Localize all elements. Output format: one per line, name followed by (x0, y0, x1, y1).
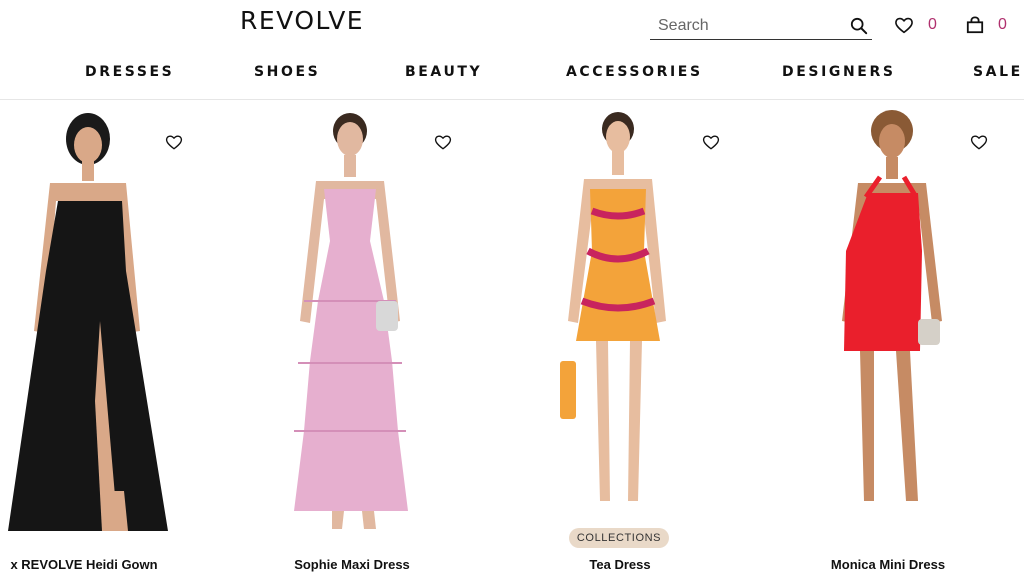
search-icon[interactable] (850, 17, 868, 35)
product-card[interactable]: Sophie Maxi Dress (224, 101, 480, 577)
bag-count: 0 (998, 16, 1007, 33)
search-box[interactable] (650, 12, 872, 40)
site-header: REVOLVE 0 0 DRESSES SHOES BEAUTY ACCESSO… (0, 0, 1024, 100)
product-card[interactable]: Monica Mini Dress (760, 101, 1016, 577)
product-image[interactable] (492, 101, 748, 551)
nav-item-dresses[interactable]: DRESSES (85, 64, 174, 80)
wishlist-button[interactable]: 0 (894, 14, 937, 36)
product-image[interactable] (224, 101, 480, 551)
product-image[interactable] (760, 101, 1016, 551)
nav-item-designers[interactable]: DESIGNERS (782, 64, 896, 80)
heart-icon[interactable] (970, 133, 988, 151)
nav-item-accessories[interactable]: ACCESSORIES (566, 64, 703, 80)
product-name[interactable]: Tea Dress (492, 557, 748, 572)
heart-icon[interactable] (165, 133, 183, 151)
product-name[interactable]: x REVOLVE Heidi Gown (0, 557, 212, 572)
nav-item-shoes[interactable]: SHOES (254, 64, 320, 80)
main-navigation: DRESSES SHOES BEAUTY ACCESSORIES DESIGNE… (0, 64, 1024, 88)
shopping-bag-button[interactable]: 0 (966, 14, 1007, 36)
product-card[interactable]: x REVOLVE Heidi Gown (0, 101, 256, 577)
shopping-bag-icon (966, 16, 984, 34)
product-image[interactable] (0, 101, 256, 551)
wishlist-count: 0 (928, 16, 937, 33)
collections-badge[interactable]: COLLECTIONS (569, 528, 669, 548)
product-name[interactable]: Monica Mini Dress (760, 557, 1016, 572)
heart-icon (895, 17, 913, 34)
revolve-logo[interactable]: REVOLVE (240, 6, 364, 35)
heart-icon[interactable] (434, 133, 452, 151)
search-input[interactable] (658, 16, 843, 36)
nav-item-beauty[interactable]: BEAUTY (405, 64, 482, 80)
product-grid: x REVOLVE Heidi Gown Sophie Maxi Dress C… (0, 101, 1024, 577)
product-card[interactable]: COLLECTIONS Tea Dress (492, 101, 748, 577)
heart-icon[interactable] (702, 133, 720, 151)
nav-item-sale[interactable]: SALE (973, 64, 1023, 80)
product-name[interactable]: Sophie Maxi Dress (224, 557, 480, 572)
